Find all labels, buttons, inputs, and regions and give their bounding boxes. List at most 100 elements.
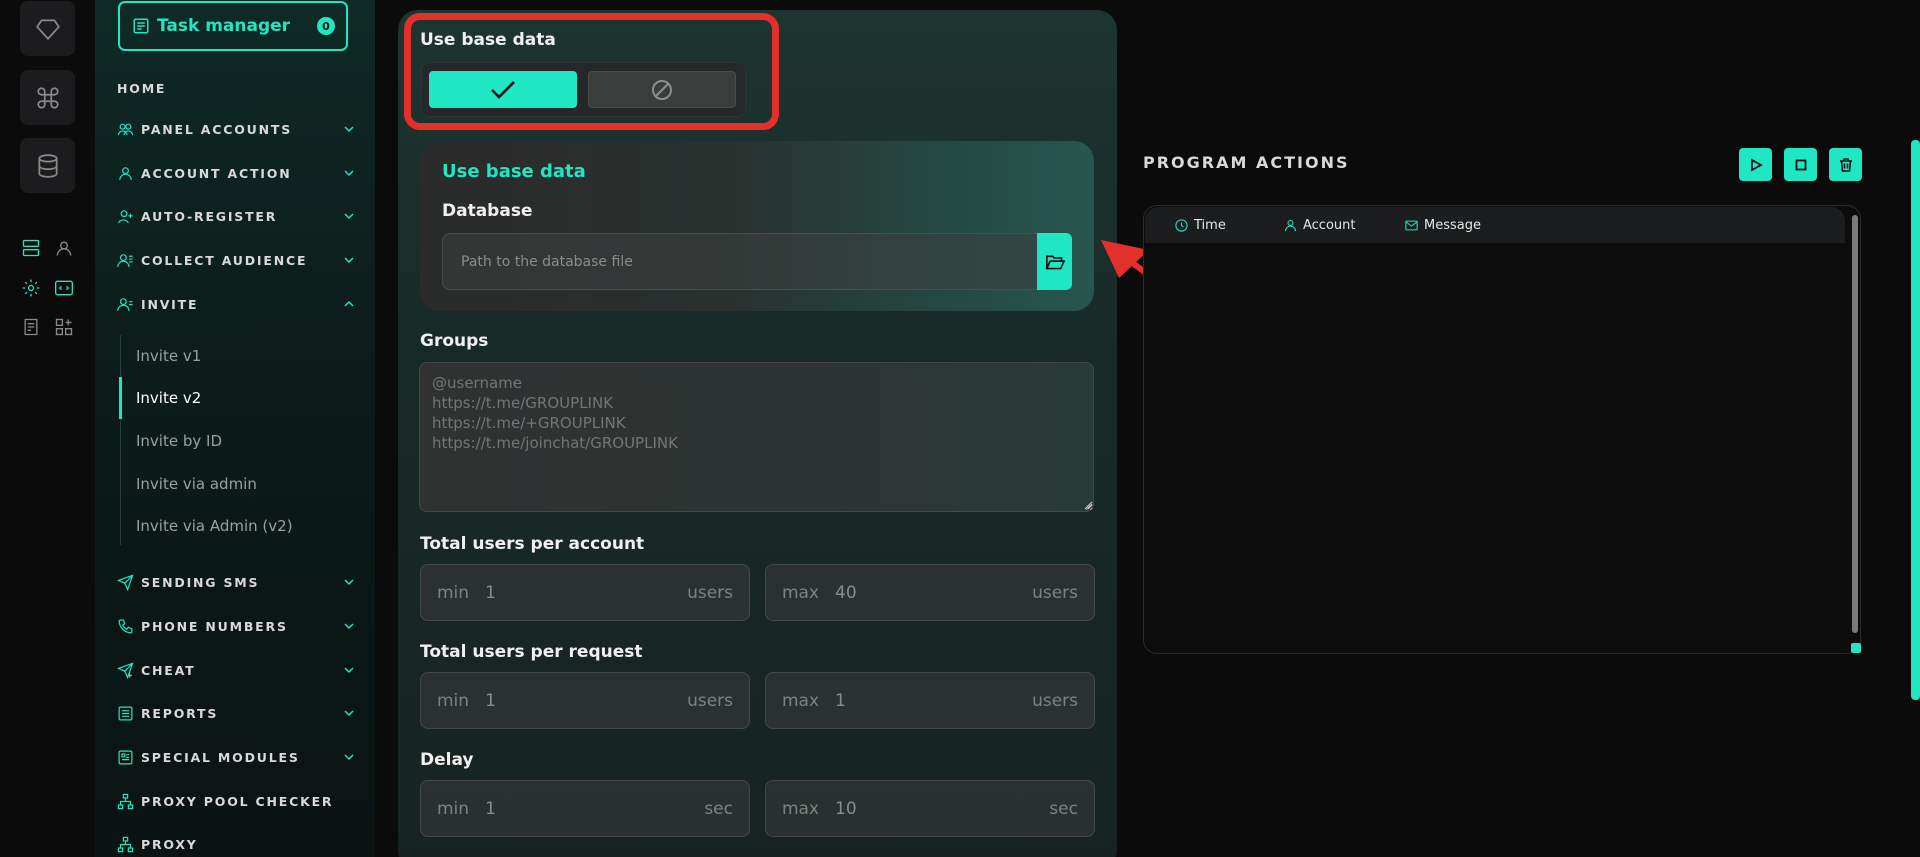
- sidebar-item-label: AUTO-REGISTER: [141, 208, 278, 224]
- send-plus-icon: [117, 661, 134, 679]
- sidebar-item-label: SENDING SMS: [141, 574, 260, 590]
- database-icon-button[interactable]: [20, 138, 75, 193]
- sidebar-item-invite[interactable]: INVITE: [117, 289, 357, 319]
- sidebar-item-label: COLLECT AUDIENCE: [141, 252, 308, 268]
- resize-handle-icon[interactable]: [1083, 500, 1093, 510]
- database-label: Database: [442, 201, 533, 221]
- sidebar-item-phone-numbers[interactable]: PHONE NUMBERS: [117, 611, 357, 641]
- groups-label: Groups: [420, 331, 489, 351]
- total-per-request-min-input[interactable]: min 1 users: [420, 672, 750, 729]
- start-button[interactable]: [1739, 148, 1772, 181]
- chevron-down-icon: [344, 710, 354, 717]
- log-scrollbar[interactable]: [1852, 215, 1858, 633]
- column-account[interactable]: Account: [1283, 218, 1356, 233]
- max-value: 1: [835, 690, 846, 711]
- profile-icon[interactable]: [54, 238, 74, 258]
- column-label: Time: [1194, 217, 1226, 233]
- user-icon: [119, 166, 132, 180]
- browse-folder-button[interactable]: [1037, 233, 1072, 290]
- unit-suffix: sec: [704, 798, 733, 819]
- play-icon: [1750, 157, 1763, 172]
- database-path-input[interactable]: [442, 233, 1038, 290]
- network-icon: [117, 836, 134, 852]
- min-prefix: min: [437, 798, 470, 819]
- column-label: Message: [1424, 217, 1481, 233]
- max-prefix: max: [782, 690, 820, 711]
- delay-max-input[interactable]: max 10 sec: [765, 780, 1095, 837]
- chevron-up-icon: [344, 300, 354, 307]
- total-per-account-label: Total users per account: [420, 534, 645, 554]
- sidebar-item-collect-audience[interactable]: COLLECT AUDIENCE: [117, 245, 357, 275]
- task-list-icon: [133, 18, 149, 34]
- chevron-down-icon: [344, 257, 354, 264]
- sidebar-item-proxy[interactable]: PROXY: [117, 829, 357, 857]
- sidebar-item-special-modules[interactable]: SPECIAL MODULES: [117, 742, 357, 772]
- highlight-annotation: [404, 13, 779, 130]
- mail-icon: [1405, 220, 1418, 230]
- sidebar-item-label: SPECIAL MODULES: [141, 749, 300, 765]
- command-icon: [36, 86, 59, 109]
- sidebar-item-proxy-pool-checker[interactable]: PROXY POOL CHECKER: [117, 786, 357, 816]
- unit-suffix: users: [687, 582, 733, 603]
- sidebar-item-sending-sms[interactable]: SENDING SMS: [117, 567, 357, 597]
- diamond-icon: [35, 18, 60, 40]
- chevron-down-icon: [344, 667, 354, 674]
- submenu-item-invite-v2[interactable]: Invite v2: [136, 389, 201, 407]
- code-window-icon[interactable]: [54, 278, 74, 298]
- submenu-item-invite-by-id[interactable]: Invite by ID: [136, 432, 222, 450]
- phone-icon: [118, 619, 133, 633]
- server-icon[interactable]: [21, 238, 41, 258]
- sidebar-item-label: PROXY POOL CHECKER: [141, 793, 334, 809]
- column-message[interactable]: Message: [1404, 218, 1481, 233]
- clock-icon: [1175, 218, 1188, 232]
- submenu-item-invite-via-admin-v2[interactable]: Invite via Admin (v2): [136, 517, 293, 535]
- total-per-request-max-input[interactable]: max 1 users: [765, 672, 1095, 729]
- stop-button[interactable]: [1784, 148, 1817, 181]
- command-icon-button[interactable]: [20, 70, 75, 125]
- unit-suffix: users: [1032, 582, 1078, 603]
- sidebar-item-label: PANEL ACCOUNTS: [141, 121, 292, 137]
- sidebar: Task manager 0 HOME PANEL ACCOUNTS ACCOU…: [95, 0, 375, 857]
- column-time[interactable]: Time: [1174, 218, 1226, 233]
- widgets-icon[interactable]: [54, 317, 74, 337]
- min-prefix: min: [437, 690, 470, 711]
- task-manager-button[interactable]: Task manager 0: [118, 1, 348, 51]
- submenu-item-invite-via-admin[interactable]: Invite via admin: [136, 475, 257, 493]
- program-actions-log[interactable]: Time Account Message: [1143, 205, 1861, 654]
- unit-suffix: users: [1032, 690, 1078, 711]
- min-prefix: min: [437, 582, 470, 603]
- submenu-item-invite-v1[interactable]: Invite v1: [136, 347, 201, 365]
- database-card-title: Use base data: [442, 161, 586, 182]
- diamond-icon-button[interactable]: [20, 1, 75, 56]
- delay-label: Delay: [420, 750, 474, 770]
- total-per-account-max-input[interactable]: max 40 users: [765, 564, 1095, 621]
- sidebar-item-account-action[interactable]: ACCOUNT ACTION: [117, 158, 357, 188]
- users-icon: [117, 123, 134, 135]
- total-per-account-min-input[interactable]: min 1 users: [420, 564, 750, 621]
- stop-icon: [1795, 159, 1806, 170]
- min-value: 1: [485, 690, 496, 711]
- sidebar-item-cheat[interactable]: CHEAT: [117, 655, 357, 685]
- sidebar-item-reports[interactable]: REPORTS: [117, 698, 357, 728]
- report-icon: [118, 706, 133, 720]
- max-value: 10: [835, 798, 857, 819]
- sidebar-item-auto-register[interactable]: AUTO-REGISTER: [117, 201, 357, 231]
- user-icon: [1284, 219, 1297, 231]
- sidebar-item-panel-accounts[interactable]: PANEL ACCOUNTS: [117, 114, 357, 144]
- page-scrollbar[interactable]: [1911, 140, 1920, 700]
- task-count-badge: 0: [317, 17, 335, 35]
- clear-log-button[interactable]: [1829, 148, 1862, 181]
- groups-textarea[interactable]: [419, 362, 1094, 512]
- settings-icon[interactable]: [21, 278, 41, 298]
- delay-min-input[interactable]: min 1 sec: [420, 780, 750, 837]
- unit-suffix: users: [687, 690, 733, 711]
- folder-open-icon: [1045, 254, 1065, 269]
- checklist-icon[interactable]: [21, 317, 41, 337]
- chevron-down-icon: [344, 579, 354, 586]
- max-prefix: max: [782, 582, 820, 603]
- icon-rail: [0, 0, 95, 857]
- database-icon: [37, 153, 58, 178]
- sidebar-item-label: CHEAT: [141, 662, 196, 678]
- log-resize-handle[interactable]: [1851, 643, 1861, 653]
- sidebar-item-home[interactable]: HOME: [117, 73, 357, 103]
